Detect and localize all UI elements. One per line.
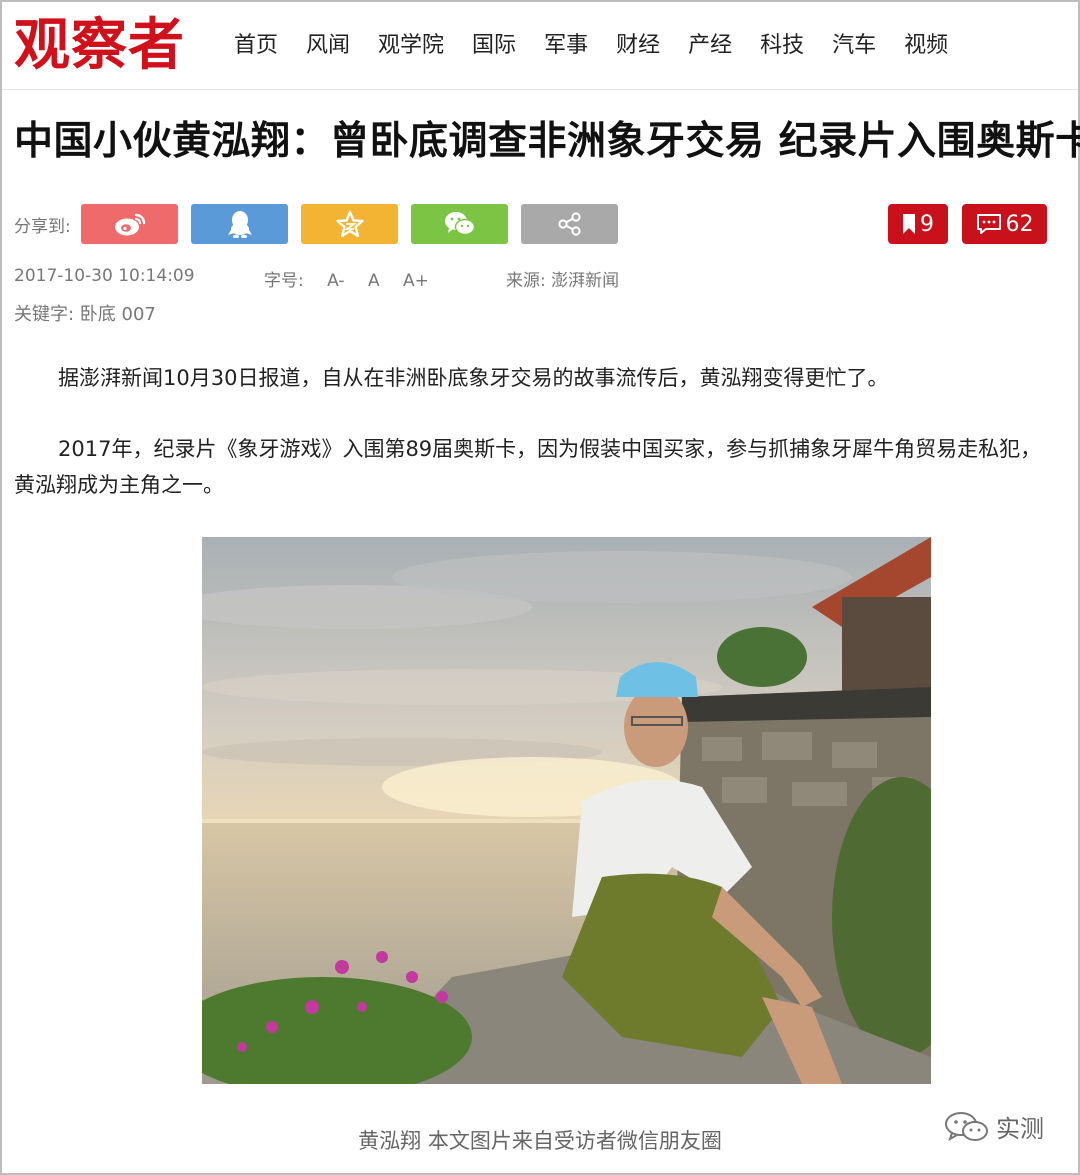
- nav-item-video[interactable]: 视频: [904, 30, 948, 62]
- qq-icon: [227, 211, 252, 238]
- article-source: 来源: 澎湃新闻: [506, 271, 620, 291]
- font-size-normal-button[interactable]: A: [368, 271, 380, 291]
- article-paragraph: 据澎湃新闻10月30日报道，自从在非洲卧底象牙交易的故事流传后，黄泓翔变得更忙了…: [58, 366, 889, 390]
- bookmark-count: 9: [920, 211, 934, 237]
- nav-item-home[interactable]: 首页: [234, 30, 278, 62]
- main-nav: 首页 风闻 观学院 国际 军事 财经 产经 科技 汽车 视频: [234, 30, 976, 62]
- font-size-control: 字号: A- A A+: [264, 266, 429, 291]
- watermark: 实测: [944, 1109, 1044, 1144]
- font-size-increase-button[interactable]: A+: [403, 271, 429, 291]
- nav-item-fengwen[interactable]: 风闻: [306, 30, 350, 62]
- qzone-star-icon: [335, 210, 364, 238]
- bookmark-button[interactable]: 9: [888, 204, 948, 244]
- site-header: 观察者 首页 风闻 观学院 国际 军事 财经 产经 科技 汽车 视频: [2, 2, 1078, 90]
- nav-item-tech[interactable]: 科技: [760, 30, 804, 62]
- publish-date: 2017-10-30 10:14:09: [14, 266, 195, 286]
- bookmark-icon: [903, 214, 915, 234]
- nav-item-international[interactable]: 国际: [472, 30, 516, 62]
- watermark-text: 实测: [996, 1115, 1044, 1143]
- share-label: 分享到:: [14, 217, 71, 237]
- font-size-decrease-button[interactable]: A-: [327, 271, 344, 291]
- nav-item-auto[interactable]: 汽车: [832, 30, 876, 62]
- article-photo: [202, 537, 931, 1084]
- nav-item-military[interactable]: 军事: [544, 30, 588, 62]
- article-title: 中国小伙黄泓翔：曾卧底调查非洲象牙交易 纪录片入围奥斯卡: [14, 119, 1080, 164]
- nav-item-finance[interactable]: 财经: [616, 30, 660, 62]
- comment-icon: [976, 214, 1001, 234]
- share-more-button[interactable]: [521, 204, 618, 244]
- article-keywords: 关键字: 卧底 007: [14, 304, 156, 325]
- comments-button[interactable]: 62: [962, 204, 1047, 244]
- photo-caption: 黄泓翔 本文图片来自受访者微信朋友圈: [358, 1129, 722, 1153]
- site-logo[interactable]: 观察者: [14, 10, 185, 82]
- share-weibo-button[interactable]: [81, 204, 178, 244]
- font-size-label: 字号:: [264, 271, 304, 291]
- share-icon: [557, 212, 581, 236]
- nav-item-industry[interactable]: 产经: [688, 30, 732, 62]
- share-qq-button[interactable]: [191, 204, 288, 244]
- article-paragraph: 2017年，纪录片《象牙游戏》入围第89届奥斯卡，因为假装中国买家，参与抓捕象牙…: [14, 437, 1042, 497]
- wechat-icon: [444, 212, 475, 236]
- share-wechat-button[interactable]: [411, 204, 508, 244]
- weibo-icon: [114, 213, 145, 236]
- comment-count: 62: [1005, 211, 1034, 237]
- nav-item-guanxueyuan[interactable]: 观学院: [378, 30, 444, 62]
- share-qzone-button[interactable]: [301, 204, 398, 244]
- wechat-watermark-icon: [945, 1111, 988, 1141]
